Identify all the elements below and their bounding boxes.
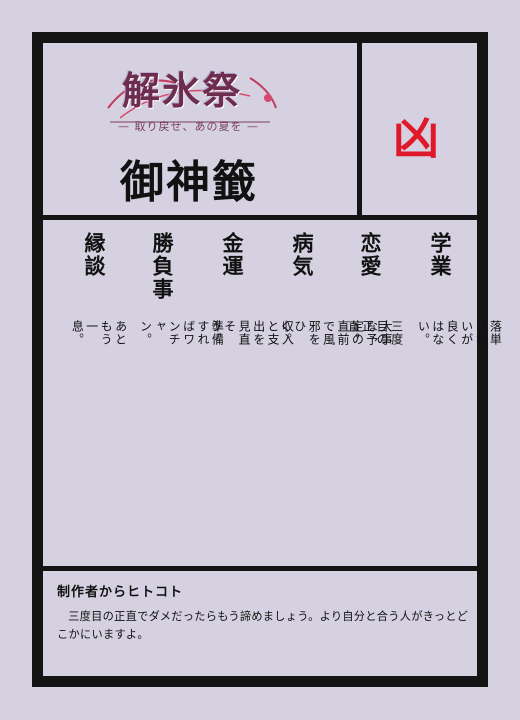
column-marriage: 縁談 あともう一息。 [62, 232, 127, 346]
column-heading: 勝負事 [150, 232, 175, 301]
comment-title: 制作者からヒトコト [57, 585, 184, 600]
column-heading: 学業 [428, 232, 453, 278]
header-bottom-divider [36, 215, 484, 220]
column-text: 落単はないが良くはない。 [416, 320, 503, 346]
column-study: 学業 落単はないが良くはない。 [408, 232, 502, 346]
column-money: 金運 収入と支出を見直そう。 [200, 232, 294, 346]
header-divider [357, 33, 362, 219]
column-love: 恋愛 三度目の正直。 [338, 232, 403, 346]
column-contest: 勝負事 準備すればワンチャン。 [130, 232, 224, 346]
column-illness: 病気 大事な予定の直前で風邪をひく。 [270, 232, 393, 346]
comment-text: 三度目の正直でダメだったらもう諦めましょう。より自分と合う人がきっとどこかにいま… [57, 610, 469, 641]
page-title: 御神籤 [120, 157, 258, 208]
festival-logo: 解氷祭 — 取り戻せ、あの夏を — [100, 58, 280, 138]
column-heading: 金運 [220, 232, 245, 278]
comment-divider [36, 566, 484, 571]
logo-subtitle: — 取り戻せ、あの夏を — [118, 120, 259, 133]
column-heading: 恋愛 [358, 232, 383, 278]
column-text: 大事な予定の直前で風邪をひく。 [278, 320, 394, 346]
column-text: 準備すればワンチャン。 [138, 320, 225, 346]
fortune-result: 凶 [393, 111, 439, 165]
column-heading: 病気 [290, 232, 315, 278]
logo-title: 解氷祭 [122, 68, 243, 113]
column-heading: 縁談 [82, 232, 107, 278]
column-text: あともう一息。 [70, 320, 128, 346]
